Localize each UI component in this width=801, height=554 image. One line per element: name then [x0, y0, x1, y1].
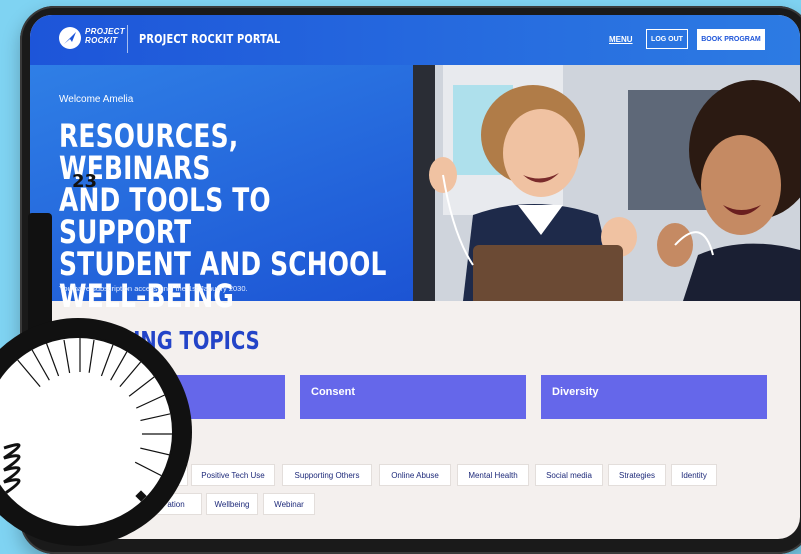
topic-card-consent[interactable]: Consent — [300, 375, 526, 419]
tag-supporting-others[interactable]: Supporting Others — [282, 464, 372, 486]
tag-strategies[interactable]: Strategies — [608, 464, 666, 486]
tag-online-abuse[interactable]: Online Abuse — [379, 464, 451, 486]
tag-mental-health[interactable]: Mental Health — [457, 464, 529, 486]
logo-line-1: PROJECT — [85, 27, 125, 36]
tag-wellbeing[interactable]: Wellbeing — [206, 493, 258, 515]
tag-social-media[interactable]: Social media — [535, 464, 603, 486]
top-nav-bar: PROJECT ROCKIT PROJECT ROCKIT PORTAL MEN… — [30, 15, 800, 65]
tag-positive-tech-use[interactable]: Positive Tech Use — [191, 464, 275, 486]
hero-heading-line: STUDENT AND SCHOOL — [59, 245, 387, 283]
brand-logo-text[interactable]: PROJECT ROCKIT — [85, 27, 125, 45]
students-photo — [413, 65, 800, 301]
sticker-number: 23 — [72, 171, 98, 192]
menu-link[interactable]: MENU — [609, 35, 633, 44]
sticker-face — [0, 336, 174, 528]
tablet-side-tab — [28, 213, 52, 339]
portal-title: PROJECT ROCKIT PORTAL — [139, 32, 281, 46]
rocket-logo-icon[interactable] — [59, 27, 81, 49]
hero-heading-line: RESOURCES, WEBINARS — [59, 117, 239, 187]
topic-card-diversity[interactable]: Diversity — [541, 375, 767, 419]
logo-line-2: ROCKIT — [85, 36, 118, 45]
welcome-message: Welcome Amelia — [59, 94, 134, 105]
hero-banner: Welcome Amelia RESOURCES, WEBINARS AND T… — [30, 65, 800, 312]
subscription-note: You have subscription access until the 1… — [59, 284, 248, 293]
header-divider — [127, 25, 128, 53]
tag-webinar[interactable]: Webinar — [263, 493, 315, 515]
book-program-button[interactable]: BOOK PROGRAM — [697, 29, 765, 50]
hero-heading-line: AND TOOLS TO SUPPORT — [59, 181, 271, 251]
tag-identity[interactable]: Identity — [671, 464, 717, 486]
logout-button[interactable]: LOG OUT — [646, 29, 688, 49]
